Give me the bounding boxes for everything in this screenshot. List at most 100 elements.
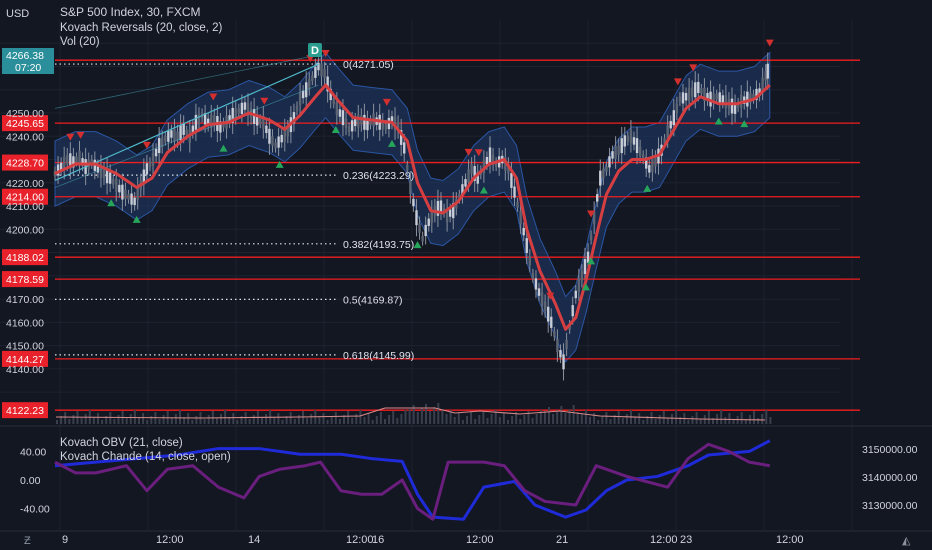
candle-body xyxy=(133,197,136,206)
volume-bar xyxy=(170,418,173,424)
candle-body xyxy=(599,170,602,186)
oscillator-tick-label: -40.00 xyxy=(20,504,50,516)
candle-body xyxy=(154,148,158,157)
fib-label: 0.236(4223.29) xyxy=(343,170,414,182)
volume-bar xyxy=(474,419,477,424)
indicator-title-reversals[interactable]: Kovach Reversals (20, close, 2) xyxy=(60,22,223,34)
volume-bar xyxy=(687,420,690,424)
volume-bar xyxy=(351,418,354,424)
candle-body xyxy=(556,339,559,353)
volume-bar xyxy=(453,417,456,424)
candle-body xyxy=(534,278,538,290)
level-label: 4188.02 xyxy=(6,252,44,264)
candle-body xyxy=(513,186,516,198)
time-tick-label: 16 xyxy=(372,534,384,546)
candle-body xyxy=(341,110,345,126)
time-tick-label: 21 xyxy=(556,534,568,546)
volume-bar xyxy=(330,416,333,424)
candle-body xyxy=(167,130,170,142)
indicator-title-vol[interactable]: Vol (20) xyxy=(60,36,100,48)
candle-body xyxy=(464,179,467,187)
candle-body xyxy=(525,238,528,254)
volume-bar xyxy=(457,413,460,424)
volume-bar xyxy=(556,410,559,424)
candle-body xyxy=(121,184,124,200)
lower-pane-title-chande[interactable]: Kovach Chande (14, close, open) xyxy=(60,451,231,463)
candle-body xyxy=(350,120,354,132)
timezone-icon[interactable]: Ƶ xyxy=(24,535,31,547)
candle-body xyxy=(308,79,311,89)
volume-bar xyxy=(437,403,440,424)
candle-body xyxy=(617,145,620,155)
candle-body xyxy=(240,102,244,114)
candle-body xyxy=(335,101,339,115)
price-tick-label: 4140.00 xyxy=(6,364,44,376)
current-price-value: 4266.38 xyxy=(6,50,44,62)
candle-body xyxy=(516,202,519,208)
volume-bar xyxy=(80,418,83,424)
volume-bar xyxy=(97,413,99,424)
candle-body xyxy=(347,126,351,133)
price-tick-label: 4220.00 xyxy=(6,178,44,190)
candle-body xyxy=(66,154,69,165)
volume-bar xyxy=(363,417,366,424)
candle-body xyxy=(543,301,547,311)
candle-body xyxy=(697,81,700,94)
candle-body xyxy=(669,120,672,129)
volume-bar xyxy=(68,419,71,424)
volume-bar xyxy=(621,418,624,424)
candle-body xyxy=(148,161,152,167)
volume-bar xyxy=(84,414,87,424)
candle-body xyxy=(237,107,241,114)
lower-pane-title-obv[interactable]: Kovach OBV (21, close) xyxy=(60,437,183,449)
volume-bar xyxy=(609,419,612,424)
volume-bar xyxy=(248,419,251,424)
candle-body xyxy=(259,118,262,124)
volume-bar xyxy=(334,412,337,424)
candle-body xyxy=(427,218,430,227)
fib-label: 0.5(4169.87) xyxy=(343,294,403,306)
candle-body xyxy=(559,350,562,358)
candle-body xyxy=(766,63,769,79)
fib-label: 0.382(4193.75) xyxy=(343,239,414,251)
candle-body xyxy=(730,98,734,114)
volume-bar xyxy=(371,420,374,424)
candle-body xyxy=(764,71,767,81)
volume-bar xyxy=(420,408,423,424)
candle-body xyxy=(320,63,323,77)
volume-bar xyxy=(379,412,382,424)
price-tick-label: 4240.00 xyxy=(6,131,44,143)
candle-body xyxy=(611,151,614,159)
volume-bar xyxy=(699,419,702,424)
candle-body xyxy=(418,223,421,233)
candle-body xyxy=(724,94,728,108)
volume-bar xyxy=(277,413,280,424)
candle-body xyxy=(605,166,608,172)
candle-body xyxy=(632,137,636,145)
time-tick-label: 9 xyxy=(62,534,68,546)
oscillator-tick-label: 40.00 xyxy=(20,446,46,458)
settings-icon[interactable]: ◭ xyxy=(902,535,911,547)
volume-bar xyxy=(519,419,522,424)
candle-body xyxy=(678,96,682,102)
candle-body xyxy=(531,273,535,279)
volume-bar xyxy=(203,419,206,424)
volume-bar xyxy=(236,420,239,424)
candle-body xyxy=(311,75,314,81)
volume-bar xyxy=(404,410,407,424)
candle-body xyxy=(687,87,691,101)
candle-body xyxy=(280,134,283,143)
chart-canvas[interactable]: 4272.714245.654228.704214.004188.024178.… xyxy=(0,0,932,550)
volume-bar xyxy=(220,414,222,424)
candle-body xyxy=(626,135,630,142)
time-tick-label: 12:00 xyxy=(156,534,184,546)
candle-body xyxy=(684,93,688,101)
volume-bar xyxy=(441,410,444,424)
candle-body xyxy=(194,114,198,130)
volume-bar xyxy=(224,410,227,424)
candle-body xyxy=(583,259,587,274)
candle-body xyxy=(565,339,568,350)
candle-body xyxy=(589,234,593,241)
volume-bar xyxy=(753,411,755,424)
chart-title[interactable]: S&P 500 Index, 30, FXCM xyxy=(60,5,201,19)
